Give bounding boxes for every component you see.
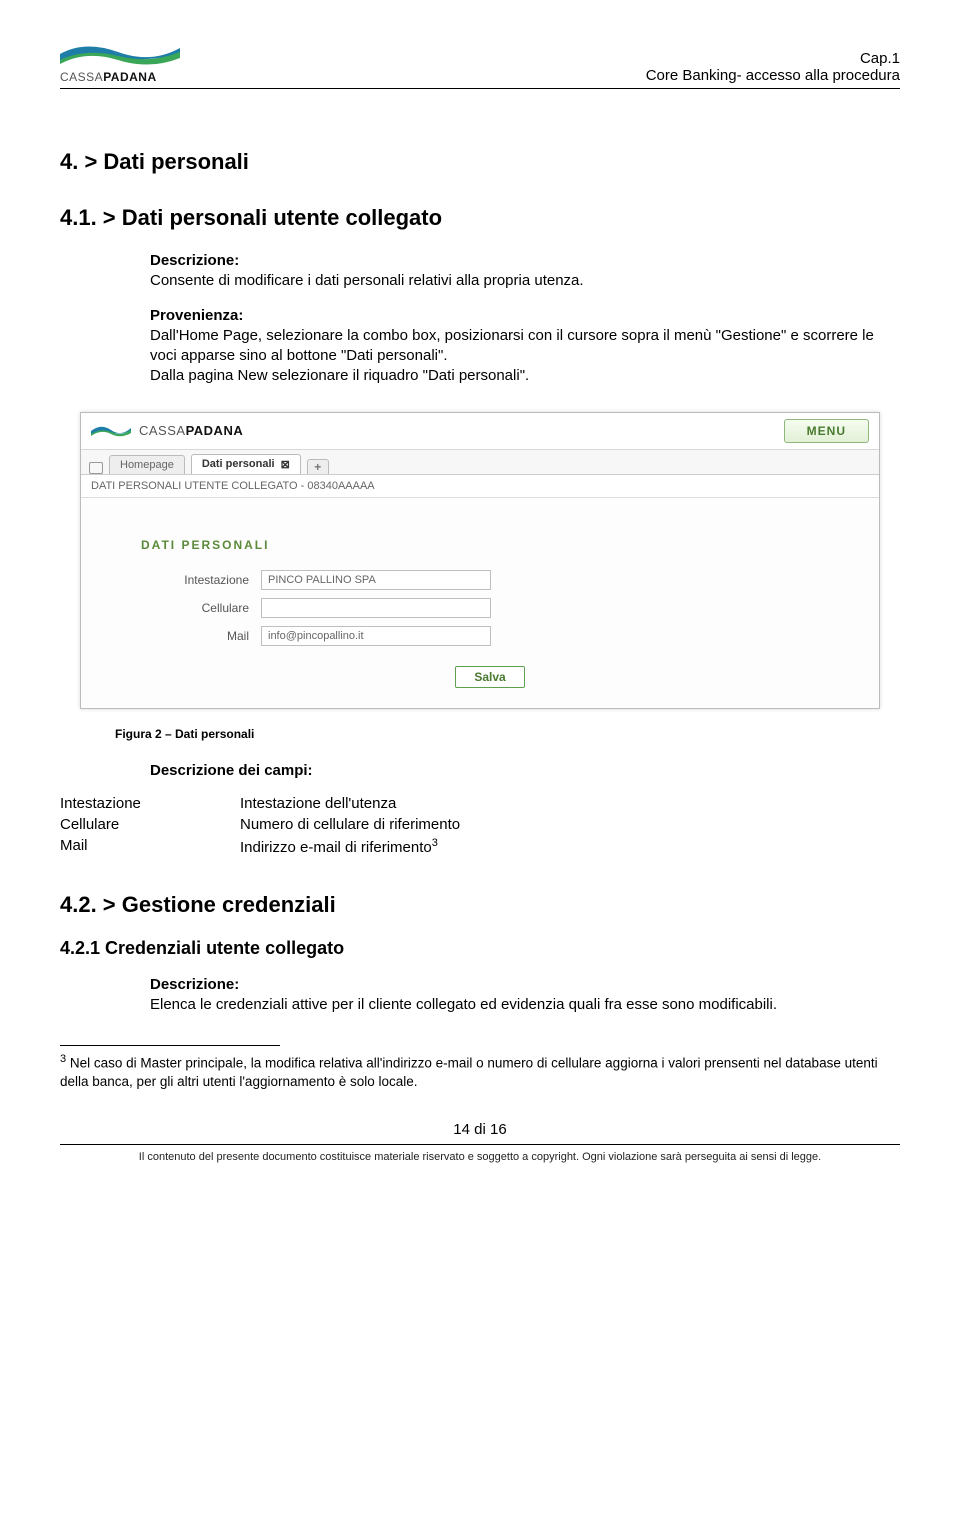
fields-heading: Descrizione dei campi: xyxy=(150,761,900,781)
logo-text-padana: PADANA xyxy=(103,70,156,84)
field-val-mail-text: Indirizzo e-mail di riferimento xyxy=(240,839,432,856)
app-logo-cassa: CASSA xyxy=(139,423,186,438)
figure-caption: Figura 2 – Dati personali xyxy=(115,727,900,741)
app-logo: CASSAPADANA xyxy=(91,423,243,439)
heading-4: 4. > Dati personali xyxy=(60,149,900,175)
expand-tabs-icon[interactable] xyxy=(89,462,103,474)
description2-text: Elenca le credenziali attive per il clie… xyxy=(150,995,900,1015)
provenance-text-2: Dalla pagina New selezionare il riquadro… xyxy=(150,366,900,386)
description2-label: Descrizione: xyxy=(150,975,900,995)
footnote-text: Nel caso di Master principale, la modifi… xyxy=(60,1056,878,1089)
cellulare-input[interactable] xyxy=(261,598,491,618)
header-subtitle: Core Banking- accesso alla procedura xyxy=(646,67,900,84)
fields-table: Intestazione Intestazione dell'utenza Ce… xyxy=(60,795,900,856)
header-divider xyxy=(60,88,900,89)
heading-4-1: 4.1. > Dati personali utente collegato xyxy=(60,205,900,231)
tab-homepage[interactable]: Homepage xyxy=(109,455,185,474)
brand-logo: CASSAPADANA xyxy=(60,40,180,84)
tab-add-button[interactable]: + xyxy=(307,459,329,474)
field-val-intestazione: Intestazione dell'utenza xyxy=(240,795,900,812)
cellulare-label: Cellulare xyxy=(141,601,261,615)
close-tab-icon[interactable]: ⊠ xyxy=(281,458,290,471)
field-val-cellulare: Numero di cellulare di riferimento xyxy=(240,816,900,833)
save-button[interactable]: Salva xyxy=(455,666,524,688)
tab-dati-personali-label: Dati personali xyxy=(202,458,275,470)
field-key-intestazione: Intestazione xyxy=(60,795,240,812)
description-text: Consente di modificare i dati personali … xyxy=(150,271,900,291)
chapter-label: Cap.1 xyxy=(646,50,900,67)
intestazione-label: Intestazione xyxy=(141,573,261,587)
field-key-cellulare: Cellulare xyxy=(60,816,240,833)
logo-wave-icon xyxy=(60,40,180,68)
page-number: 14 di 16 xyxy=(60,1121,900,1138)
field-key-mail: Mail xyxy=(60,837,240,856)
logo-text-cassa: CASSA xyxy=(60,70,103,84)
copyright-text: Il contenuto del presente documento cost… xyxy=(60,1151,900,1163)
provenance-label: Provenienza: xyxy=(150,306,900,326)
app-logo-wave-icon xyxy=(91,423,131,439)
provenance-text-1: Dall'Home Page, selezionare la combo box… xyxy=(150,326,900,367)
app-breadcrumb: DATI PERSONALI UTENTE COLLEGATO - 08340A… xyxy=(81,475,879,498)
heading-4-2-1: 4.2.1 Credenziali utente collegato xyxy=(60,938,900,959)
footnote-divider xyxy=(60,1045,280,1046)
app-screenshot: CASSAPADANA MENU Homepage Dati personali… xyxy=(80,412,880,709)
app-logo-padana: PADANA xyxy=(186,423,244,438)
tab-strip: Homepage Dati personali ⊠ + xyxy=(81,450,879,475)
tab-homepage-label: Homepage xyxy=(120,459,174,471)
panel-title: DATI PERSONALI xyxy=(141,538,839,552)
heading-4-2: 4.2. > Gestione credenziali xyxy=(60,892,900,918)
footer-divider xyxy=(60,1144,900,1145)
mail-label: Mail xyxy=(141,629,261,643)
footnote-ref-3: 3 xyxy=(432,837,438,849)
field-val-mail: Indirizzo e-mail di riferimento3 xyxy=(240,837,900,856)
mail-input[interactable] xyxy=(261,626,491,646)
intestazione-input[interactable] xyxy=(261,570,491,590)
footnote-3: 3 Nel caso di Master principale, la modi… xyxy=(60,1052,900,1091)
menu-button[interactable]: MENU xyxy=(784,419,869,443)
tab-dati-personali[interactable]: Dati personali ⊠ xyxy=(191,454,301,474)
description-label: Descrizione: xyxy=(150,251,900,271)
